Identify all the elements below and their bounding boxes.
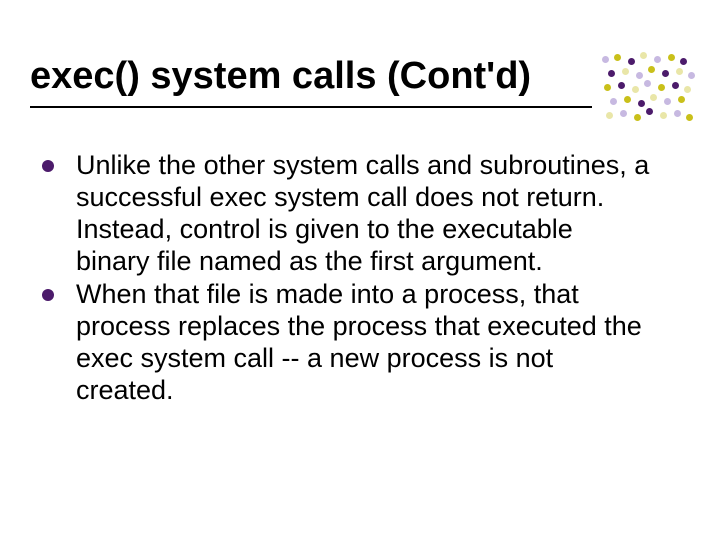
decor-dot-icon [608, 70, 615, 77]
bullet-text: Unlike the other system calls and subrou… [76, 150, 652, 277]
decor-dot-icon [606, 112, 613, 119]
decor-dot-icon [678, 96, 685, 103]
decor-dot-icon [614, 54, 621, 61]
decor-dot-icon [618, 82, 625, 89]
bullet-dot-icon [42, 160, 54, 172]
decor-dot-icon [640, 52, 647, 59]
decor-dot-icon [636, 72, 643, 79]
decor-dot-icon [680, 58, 687, 65]
decor-dot-icon [624, 96, 631, 103]
decor-dot-icon [620, 110, 627, 117]
decor-dot-icon [668, 54, 675, 61]
decor-dot-icon [602, 56, 609, 63]
decor-dot-icon [650, 94, 657, 101]
decor-dot-icon [604, 84, 611, 91]
slide-title: exec() system calls (Cont'd) [30, 56, 590, 102]
bullet-text: When that file is made into a process, t… [76, 279, 652, 406]
decor-dot-icon [662, 70, 669, 77]
decor-dot-icon [644, 80, 651, 87]
decor-dot-icon [628, 58, 635, 65]
title-wrap: exec() system calls (Cont'd) [30, 56, 590, 102]
decor-dot-icon [658, 84, 665, 91]
decor-dot-icon [686, 114, 693, 121]
slide: exec() system calls (Cont'd) Unlike the … [0, 0, 720, 540]
bullet-dot-icon [42, 289, 54, 301]
decorative-dots [600, 52, 696, 130]
decor-dot-icon [664, 98, 671, 105]
bullet-item: Unlike the other system calls and subrou… [42, 150, 652, 277]
decor-dot-icon [622, 68, 629, 75]
decor-dot-icon [654, 56, 661, 63]
bullet-item: When that file is made into a process, t… [42, 279, 652, 406]
decor-dot-icon [674, 110, 681, 117]
decor-dot-icon [632, 86, 639, 93]
decor-dot-icon [660, 112, 667, 119]
title-underline [30, 106, 592, 108]
decor-dot-icon [648, 66, 655, 73]
decor-dot-icon [676, 68, 683, 75]
decor-dot-icon [688, 72, 695, 79]
body: Unlike the other system calls and subrou… [42, 150, 652, 409]
decor-dot-icon [684, 86, 691, 93]
decor-dot-icon [634, 114, 641, 121]
decor-dot-icon [672, 82, 679, 89]
decor-dot-icon [646, 108, 653, 115]
decor-dot-icon [610, 98, 617, 105]
decor-dot-icon [638, 100, 645, 107]
